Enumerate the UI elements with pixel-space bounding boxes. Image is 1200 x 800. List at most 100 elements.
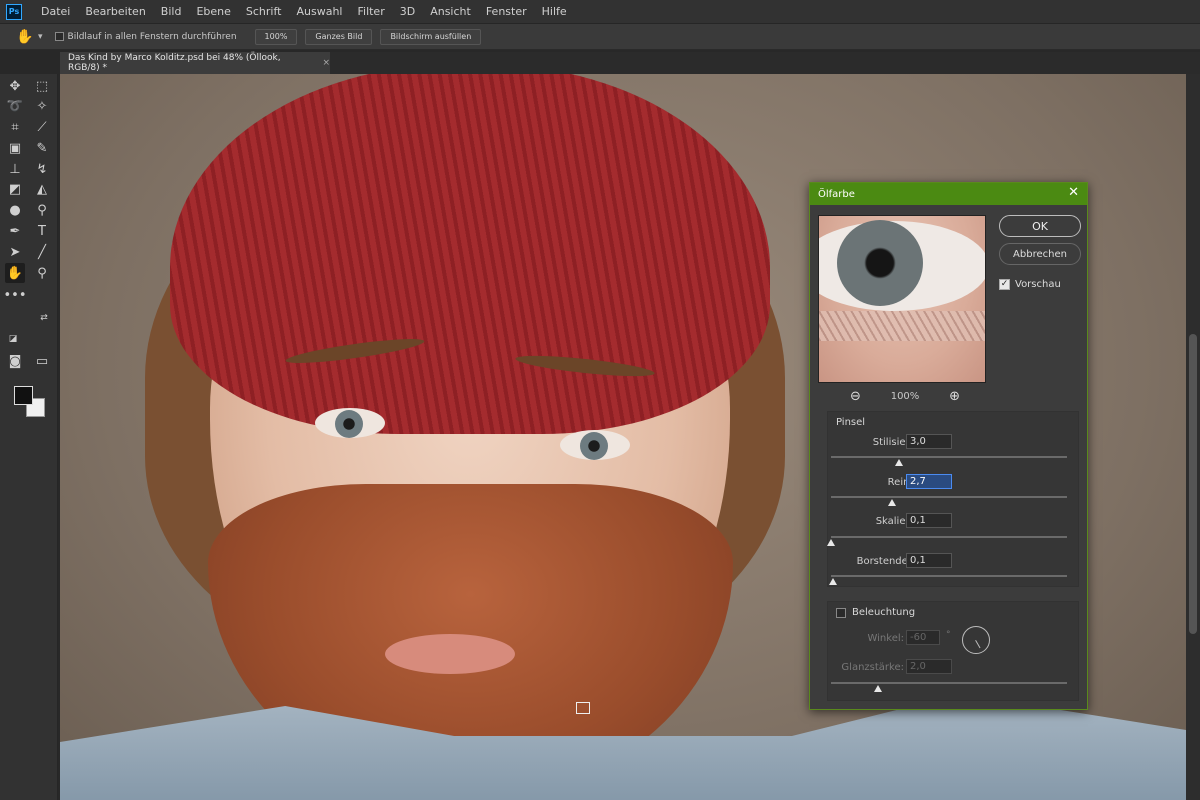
preview-zoom-level: 100% — [890, 391, 920, 402]
bristle-detail-slider-thumb[interactable] — [829, 578, 838, 585]
frame-tool-icon[interactable]: ▣ — [5, 138, 25, 158]
eyedropper-tool-icon[interactable]: ⟋ — [32, 117, 52, 137]
scroll-all-windows-label: Bildlauf in allen Fenstern durchführen — [67, 31, 237, 42]
menu-ebene[interactable]: Ebene — [189, 0, 238, 24]
oil-paint-dialog: Ölfarbe ✕ ⊖ 100% ⊕ OK Abbrechen ✓ Vorsch… — [809, 182, 1088, 710]
dialog-titlebar[interactable]: Ölfarbe ✕ — [810, 183, 1087, 205]
menu-3d[interactable]: 3D — [393, 0, 423, 24]
stylization-slider[interactable] — [831, 456, 1067, 458]
path-selection-tool-icon[interactable]: ➤ — [5, 242, 25, 262]
document-tab[interactable]: Das Kind by Marco Kolditz.psd bei 48% (Ö… — [60, 52, 330, 74]
paint-bucket-tool-icon[interactable]: ◭ — [32, 179, 52, 199]
crop-tool-icon[interactable]: ⌗ — [5, 117, 25, 137]
menu-auswahl[interactable]: Auswahl — [289, 0, 350, 24]
menu-bearbeiten[interactable]: Bearbeiten — [78, 0, 153, 24]
cleanliness-slider[interactable] — [831, 496, 1067, 498]
cleanliness-slider-thumb[interactable] — [888, 499, 897, 506]
tools-panel: ✥ ⬚ ➰ ✧ ⌗ ⟋ ▣ ✎ ⊥ ↯ ◩ ◭ ● ⚲ ✒ T ➤ ╱ ✋ ⚲ … — [0, 74, 58, 800]
chevron-down-icon[interactable]: ▾ — [38, 32, 43, 42]
portrait-lips — [385, 634, 515, 674]
angle-input[interactable]: -60 — [906, 630, 940, 645]
fill-screen-button[interactable]: Bildschirm ausfüllen — [380, 28, 482, 45]
options-bar: ✋ ▾ Bildlauf in allen Fenstern durchführ… — [0, 24, 1200, 50]
ok-button[interactable]: OK — [999, 215, 1081, 237]
stylization-slider-thumb[interactable] — [895, 459, 904, 466]
marquee-tool-icon[interactable]: ⬚ — [32, 76, 52, 96]
portrait-beanie — [170, 74, 770, 434]
zoom-tool-icon[interactable]: ⚲ — [32, 263, 52, 283]
magic-wand-tool-icon[interactable]: ✧ — [32, 96, 52, 116]
portrait-left-eye — [315, 408, 385, 438]
preview-zoom-controls: ⊖ 100% ⊕ — [850, 389, 960, 404]
preview-checkbox[interactable]: ✓ Vorschau — [999, 279, 1061, 290]
menu-ansicht[interactable]: Ansicht — [423, 0, 479, 24]
menu-bar: Ps Datei Bearbeiten Bild Ebene Schrift A… — [0, 0, 1200, 24]
cancel-button[interactable]: Abbrechen — [999, 243, 1081, 265]
swap-colors-icon[interactable]: ⇄ — [34, 308, 54, 328]
filter-preview[interactable] — [818, 215, 986, 383]
foreground-color-swatch[interactable] — [14, 386, 33, 405]
preview-cursor-icon — [576, 702, 590, 714]
scroll-all-windows-checkbox[interactable]: Bildlauf in allen Fenstern durchführen — [54, 31, 237, 42]
menu-datei[interactable]: Datei — [34, 0, 78, 24]
brush-tool-icon[interactable]: ✎ — [32, 138, 52, 158]
more-tools-icon[interactable]: ••• — [4, 285, 27, 305]
angle-dial-icon[interactable] — [962, 626, 990, 654]
gloss-slider-thumb[interactable] — [874, 685, 883, 692]
history-brush-tool-icon[interactable]: ↯ — [32, 159, 52, 179]
scale-input[interactable]: 0,1 — [906, 513, 952, 528]
hand-tool-preset-icon[interactable]: ✋ — [16, 28, 34, 46]
bristle-detail-input[interactable]: 0,1 — [906, 553, 952, 568]
lighting-checkbox[interactable]: Beleuchtung — [836, 607, 915, 618]
preview-lashes — [819, 311, 985, 341]
menu-filter[interactable]: Filter — [350, 0, 392, 24]
menu-schrift[interactable]: Schrift — [239, 0, 290, 24]
cleanliness-input[interactable]: 2,7 — [906, 474, 952, 489]
scrollbar-thumb[interactable] — [1189, 334, 1197, 634]
dodge-tool-icon[interactable]: ⚲ — [32, 200, 52, 220]
preview-iris — [837, 220, 923, 306]
screen-mode-icon[interactable]: ▭ — [32, 351, 52, 371]
bristle-detail-slider[interactable] — [831, 575, 1067, 577]
checkbox-box[interactable] — [54, 32, 64, 41]
preview-checkbox-label: Vorschau — [1015, 279, 1061, 290]
menu-fenster[interactable]: Fenster — [479, 0, 535, 24]
default-colors-icon[interactable]: ◪ — [3, 329, 23, 349]
preview-checkbox-box[interactable]: ✓ — [999, 279, 1010, 290]
document-tab-bar: Das Kind by Marco Kolditz.psd bei 48% (Ö… — [60, 52, 1200, 74]
close-dialog-icon[interactable]: ✕ — [1068, 185, 1079, 200]
lighting-checkbox-box[interactable] — [836, 607, 846, 618]
dialog-title: Ölfarbe — [818, 188, 855, 200]
blur-tool-icon[interactable]: ● — [5, 200, 25, 220]
zoom-100-button[interactable]: 100% — [254, 28, 298, 45]
gloss-label: Glanzstärke: — [841, 662, 904, 673]
scale-slider[interactable] — [831, 536, 1067, 538]
brush-section-label: Pinsel — [836, 417, 866, 428]
zoom-in-icon[interactable]: ⊕ — [949, 389, 960, 404]
vertical-scrollbar[interactable] — [1186, 74, 1200, 800]
fit-screen-button[interactable]: Ganzes Bild — [305, 28, 373, 45]
gloss-slider[interactable] — [831, 682, 1067, 684]
pen-tool-icon[interactable]: ✒ — [5, 221, 25, 241]
eraser-tool-icon[interactable]: ◩ — [5, 179, 25, 199]
lighting-label: Beleuchtung — [852, 607, 916, 618]
stylization-input[interactable]: 3,0 — [906, 434, 952, 449]
scale-slider-thumb[interactable] — [827, 539, 835, 546]
quick-mask-icon[interactable]: ◙ — [5, 351, 25, 371]
photoshop-logo-icon: Ps — [6, 3, 22, 20]
document-tab-title: Das Kind by Marco Kolditz.psd bei 48% (Ö… — [68, 53, 281, 73]
type-tool-icon[interactable]: T — [32, 221, 52, 241]
stamp-tool-icon[interactable]: ⊥ — [5, 159, 25, 179]
menu-bild[interactable]: Bild — [154, 0, 190, 24]
move-tool-icon[interactable]: ✥ — [5, 76, 25, 96]
gloss-input[interactable]: 2,0 — [906, 659, 952, 674]
degree-unit: ° — [946, 630, 951, 640]
menu-hilfe[interactable]: Hilfe — [535, 0, 575, 24]
close-tab-icon[interactable]: × — [322, 58, 330, 68]
line-tool-icon[interactable]: ╱ — [32, 242, 52, 262]
lasso-tool-icon[interactable]: ➰ — [5, 96, 25, 116]
zoom-out-icon[interactable]: ⊖ — [850, 389, 861, 404]
portrait-right-eye — [560, 430, 630, 460]
angle-label: Winkel: — [867, 633, 904, 644]
hand-tool-icon[interactable]: ✋ — [5, 263, 25, 283]
